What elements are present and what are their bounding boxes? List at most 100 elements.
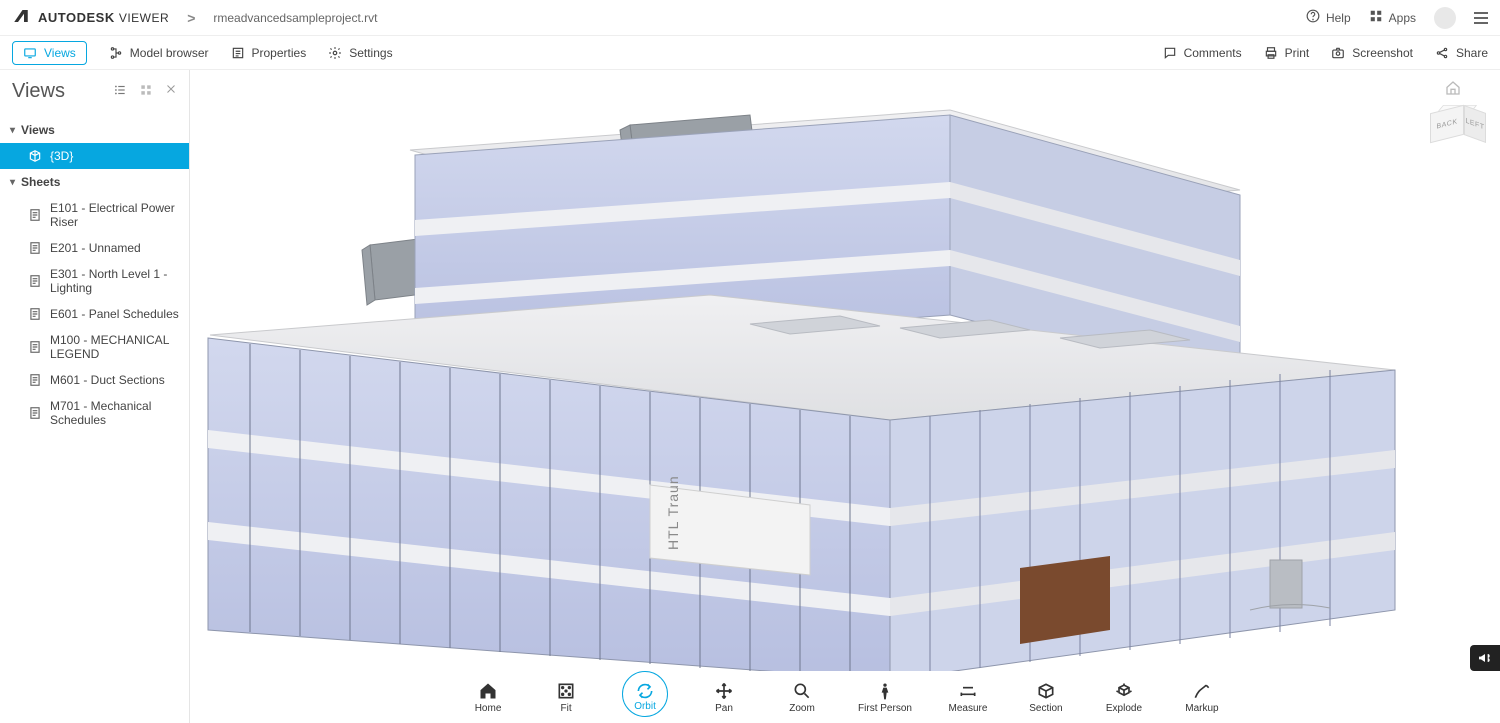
apps-button[interactable]: Apps <box>1369 9 1416 26</box>
tree-item-label: E601 - Panel Schedules <box>50 307 179 321</box>
viewcube-back-face[interactable]: BACK <box>1430 105 1464 143</box>
tree-item-sheet[interactable]: E101 - Electrical Power Riser <box>0 195 189 235</box>
toolbar-model-browser-button[interactable]: Model browser <box>109 46 209 60</box>
tree-item-label: E101 - Electrical Power Riser <box>50 201 179 229</box>
toolbar-settings-button[interactable]: Settings <box>328 46 392 60</box>
list-view-icon[interactable] <box>113 83 127 100</box>
tree-item-sheet[interactable]: E301 - North Level 1 - Lighting <box>0 261 189 301</box>
toolbar-share-label: Share <box>1456 46 1488 60</box>
viewcube[interactable]: BACK LEFT <box>1424 105 1482 153</box>
help-icon <box>1306 9 1320 26</box>
toolbar-properties-button[interactable]: Properties <box>231 46 307 60</box>
sheet-icon <box>28 307 42 321</box>
tree-item-sheet[interactable]: E201 - Unnamed <box>0 235 189 261</box>
tree-item-label: M701 - Mechanical Schedules <box>50 399 179 427</box>
tree-item-sheet[interactable]: M100 - MECHANICAL LEGEND <box>0 327 189 367</box>
model-render: HTL Traun <box>190 70 1500 723</box>
viewcube-back-label: BACK <box>1436 118 1457 130</box>
toolbar-comments-label: Comments <box>1184 46 1242 60</box>
bottom-pan-button[interactable]: Pan <box>702 681 746 714</box>
tree-group-sheets[interactable]: Sheets <box>0 169 189 195</box>
viewcube-area: BACK LEFT <box>1424 80 1482 153</box>
tree-item-sheet[interactable]: M701 - Mechanical Schedules <box>0 393 189 433</box>
bottom-orbit-button[interactable]: Orbit <box>622 677 668 717</box>
toolbar-print-button[interactable]: Print <box>1264 46 1310 60</box>
bottom-explode-button[interactable]: Explode <box>1102 681 1146 714</box>
grid-view-icon[interactable] <box>139 83 153 100</box>
bottom-zoom-button[interactable]: Zoom <box>780 681 824 714</box>
help-label: Help <box>1326 11 1351 25</box>
markup-icon <box>1192 681 1212 701</box>
bottom-section-button[interactable]: Section <box>1024 681 1068 714</box>
toolbar-print-label: Print <box>1285 46 1310 60</box>
list-icon <box>231 46 245 60</box>
pan-icon <box>714 681 734 701</box>
screen-icon <box>23 46 37 60</box>
header-bar: AUTODESK VIEWER > rmeadvancedsampleproje… <box>0 0 1500 36</box>
toolbar: Views Model browser Properties Settings … <box>0 36 1500 70</box>
sheet-icon <box>28 274 42 288</box>
close-icon[interactable] <box>165 83 177 100</box>
toolbar-views-button[interactable]: Views <box>12 41 87 65</box>
apps-icon <box>1369 9 1383 26</box>
main-area: Views Views {3D} Sheets E101 - Electrica… <box>0 70 1500 723</box>
hamburger-menu-icon[interactable] <box>1474 12 1488 24</box>
announcements-button[interactable] <box>1470 645 1500 671</box>
help-button[interactable]: Help <box>1306 9 1351 26</box>
sheet-icon <box>28 373 42 387</box>
toolbar-left: Views Model browser Properties Settings <box>12 41 393 65</box>
views-sidebar: Views Views {3D} Sheets E101 - Electrica… <box>0 70 190 723</box>
bottom-measure-button[interactable]: Measure <box>946 681 990 714</box>
toolbar-share-button[interactable]: Share <box>1435 46 1488 60</box>
bottom-markup-button[interactable]: Markup <box>1180 681 1224 714</box>
brand-light: VIEWER <box>119 11 169 25</box>
autodesk-logo-icon <box>12 7 30 28</box>
tree-item-3d-label: {3D} <box>50 149 73 163</box>
tree-group-views[interactable]: Views <box>0 117 189 143</box>
brand-strong: AUTODESK <box>38 10 115 25</box>
tree-item-label: E201 - Unnamed <box>50 241 141 255</box>
tree-group-sheets-label: Sheets <box>21 175 60 189</box>
viewcube-home-icon[interactable] <box>1445 80 1461 99</box>
bottom-item-label: Markup <box>1185 703 1218 714</box>
toolbar-settings-label: Settings <box>349 46 392 60</box>
tree-item-label: E301 - North Level 1 - Lighting <box>50 267 179 295</box>
apps-label: Apps <box>1389 11 1416 25</box>
user-avatar[interactable] <box>1434 7 1456 29</box>
header-right: Help Apps <box>1306 7 1488 29</box>
brand-block: AUTODESK VIEWER > rmeadvancedsampleproje… <box>12 7 377 28</box>
cube-icon <box>28 149 42 163</box>
tree-icon <box>109 46 123 60</box>
gear-icon <box>328 46 342 60</box>
sheet-icon <box>28 208 42 222</box>
bottom-firstperson-button[interactable]: First Person <box>858 681 912 714</box>
bottom-toolbar: Home Fit Orbit Pan Zoom First Person Measure Se… <box>190 671 1500 723</box>
zoom-icon <box>792 681 812 701</box>
bottom-home-button[interactable]: Home <box>466 681 510 714</box>
comment-icon <box>1163 46 1177 60</box>
tree-item-sheet[interactable]: E601 - Panel Schedules <box>0 301 189 327</box>
toolbar-views-label: Views <box>44 46 76 60</box>
svg-text:HTL Traun: HTL Traun <box>665 475 681 550</box>
toolbar-screenshot-label: Screenshot <box>1352 46 1413 60</box>
home-icon <box>478 681 498 701</box>
toolbar-right: Comments Print Screenshot Share <box>1163 46 1488 60</box>
bottom-item-label: Orbit <box>634 701 656 712</box>
tree-item-3d[interactable]: {3D} <box>0 143 189 169</box>
brand-text: AUTODESK VIEWER <box>38 10 169 25</box>
model-viewport[interactable]: HTL Traun BACK LEFT <box>190 70 1500 723</box>
bottom-item-label: Pan <box>715 703 733 714</box>
bottom-fit-button[interactable]: Fit <box>544 681 588 714</box>
views-tree: Views {3D} Sheets E101 - Electrical Powe… <box>0 111 189 433</box>
bottom-item-label: First Person <box>858 703 912 714</box>
toolbar-screenshot-button[interactable]: Screenshot <box>1331 46 1413 60</box>
tree-item-label: M100 - MECHANICAL LEGEND <box>50 333 179 361</box>
section-icon <box>1036 681 1056 701</box>
measure-icon <box>958 681 978 701</box>
toolbar-comments-button[interactable]: Comments <box>1163 46 1242 60</box>
tree-item-sheet[interactable]: M601 - Duct Sections <box>0 367 189 393</box>
orbit-icon <box>635 681 655 701</box>
tree-group-views-label: Views <box>21 123 55 137</box>
breadcrumb-sep-icon: > <box>187 10 195 26</box>
sidebar-title: Views <box>12 80 113 103</box>
